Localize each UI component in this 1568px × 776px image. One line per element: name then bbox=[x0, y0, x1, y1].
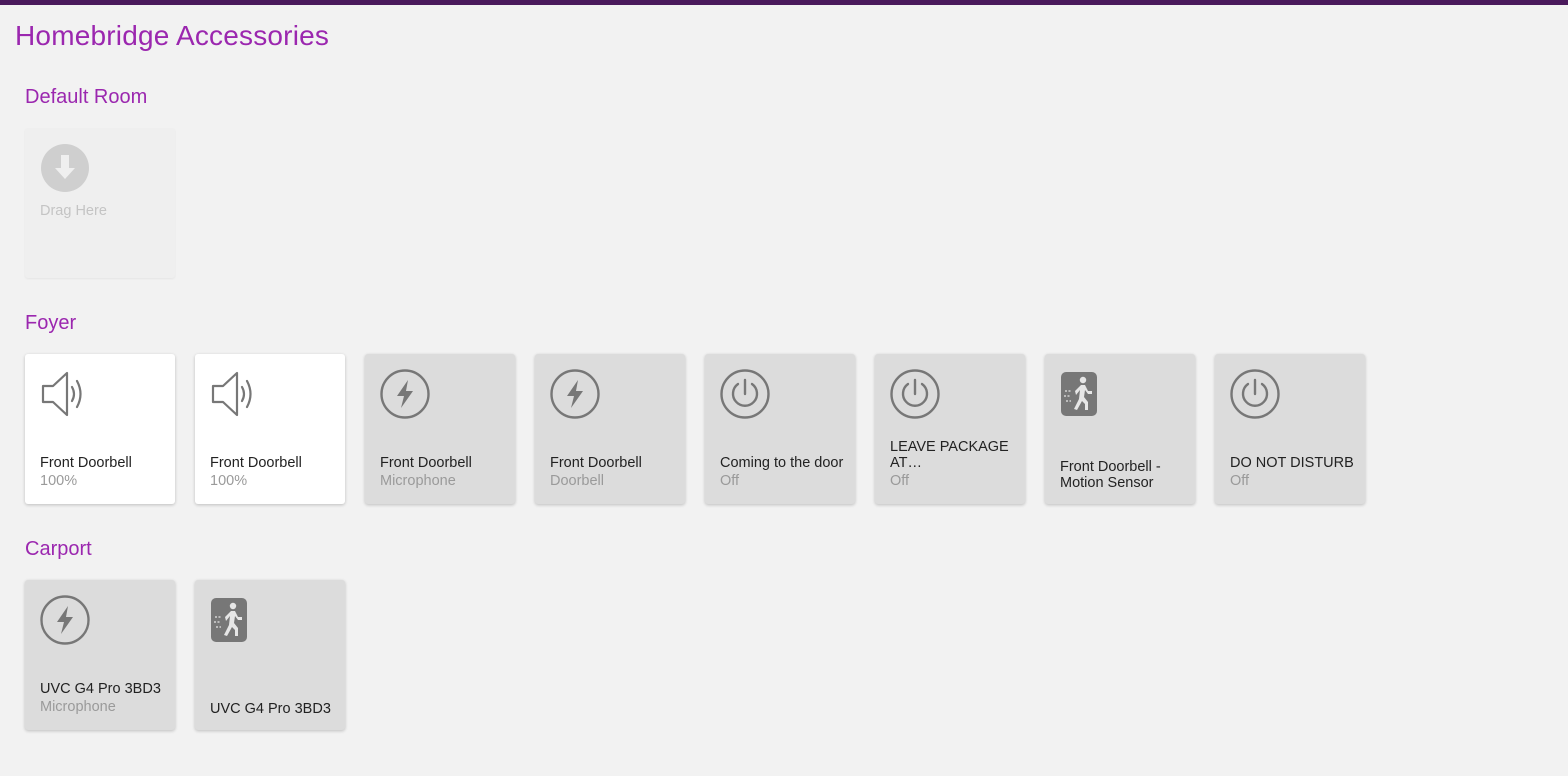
accessory-name: UVC G4 Pro 3BD3 bbox=[210, 701, 331, 717]
power-icon bbox=[1230, 369, 1280, 419]
accessory-status: Off bbox=[720, 473, 740, 489]
room-title-foyer: Foyer bbox=[25, 312, 77, 334]
accessory-tile[interactable]: Front Doorbell Doorbell bbox=[535, 354, 685, 504]
drag-here-label: Drag Here bbox=[40, 203, 107, 219]
accessory-status: Microphone bbox=[40, 699, 116, 715]
accessory-tile[interactable]: Front Doorbell 100% bbox=[25, 354, 175, 504]
top-bar bbox=[0, 0, 1568, 5]
power-icon bbox=[720, 369, 770, 419]
accessory-status: 100% bbox=[210, 473, 248, 489]
lightning-icon bbox=[380, 369, 430, 419]
page-title: Homebridge Accessories bbox=[15, 20, 330, 51]
accessory-name: Front Doorbell bbox=[210, 455, 302, 471]
accessory-status: Off bbox=[1230, 473, 1250, 489]
accessory-name: UVC G4 Pro 3BD3 bbox=[40, 681, 161, 697]
room-title-default: Default Room bbox=[25, 86, 148, 108]
accessory-name: LEAVE PACKAGE AT… bbox=[890, 439, 1009, 471]
accessory-tile[interactable]: UVC G4 Pro 3BD3 bbox=[195, 580, 345, 730]
accessory-name: Front Doorbell - Motion Sensor bbox=[1060, 459, 1161, 491]
accessory-tile[interactable]: Front Doorbell - Motion Sensor bbox=[1045, 354, 1195, 504]
accessory-name: Front Doorbell bbox=[40, 455, 132, 471]
accessory-tile[interactable]: Coming to the door Off bbox=[705, 354, 855, 504]
accessory-status: Off bbox=[890, 473, 910, 489]
speaker-icon bbox=[210, 369, 260, 419]
accessory-status: 100% bbox=[40, 473, 78, 489]
accessory-tile[interactable]: DO NOT DISTURB Off bbox=[1215, 354, 1365, 504]
motion-sensor-icon bbox=[210, 595, 260, 645]
accessory-name: Front Doorbell bbox=[550, 455, 642, 471]
accessory-name: DO NOT DISTURB bbox=[1230, 455, 1354, 471]
lightning-icon bbox=[550, 369, 600, 419]
accessory-tile[interactable]: Front Doorbell Microphone bbox=[365, 354, 515, 504]
motion-sensor-icon bbox=[1060, 369, 1110, 419]
accessory-status: Doorbell bbox=[550, 473, 604, 489]
accessory-name: Coming to the door bbox=[720, 455, 844, 471]
accessory-tile[interactable]: Front Doorbell 100% bbox=[195, 354, 345, 504]
arrow-down-circle-icon bbox=[40, 143, 90, 193]
accessory-status: Microphone bbox=[380, 473, 456, 489]
accessory-tile[interactable]: LEAVE PACKAGE AT… Off bbox=[875, 354, 1025, 504]
power-icon bbox=[890, 369, 940, 419]
accessory-name: Front Doorbell bbox=[380, 455, 472, 471]
drag-here-placeholder[interactable]: Drag Here bbox=[25, 128, 175, 278]
room-title-carport: Carport bbox=[25, 538, 92, 560]
accessory-tile[interactable]: UVC G4 Pro 3BD3 Microphone bbox=[25, 580, 175, 730]
speaker-icon bbox=[40, 369, 90, 419]
lightning-icon bbox=[40, 595, 90, 645]
